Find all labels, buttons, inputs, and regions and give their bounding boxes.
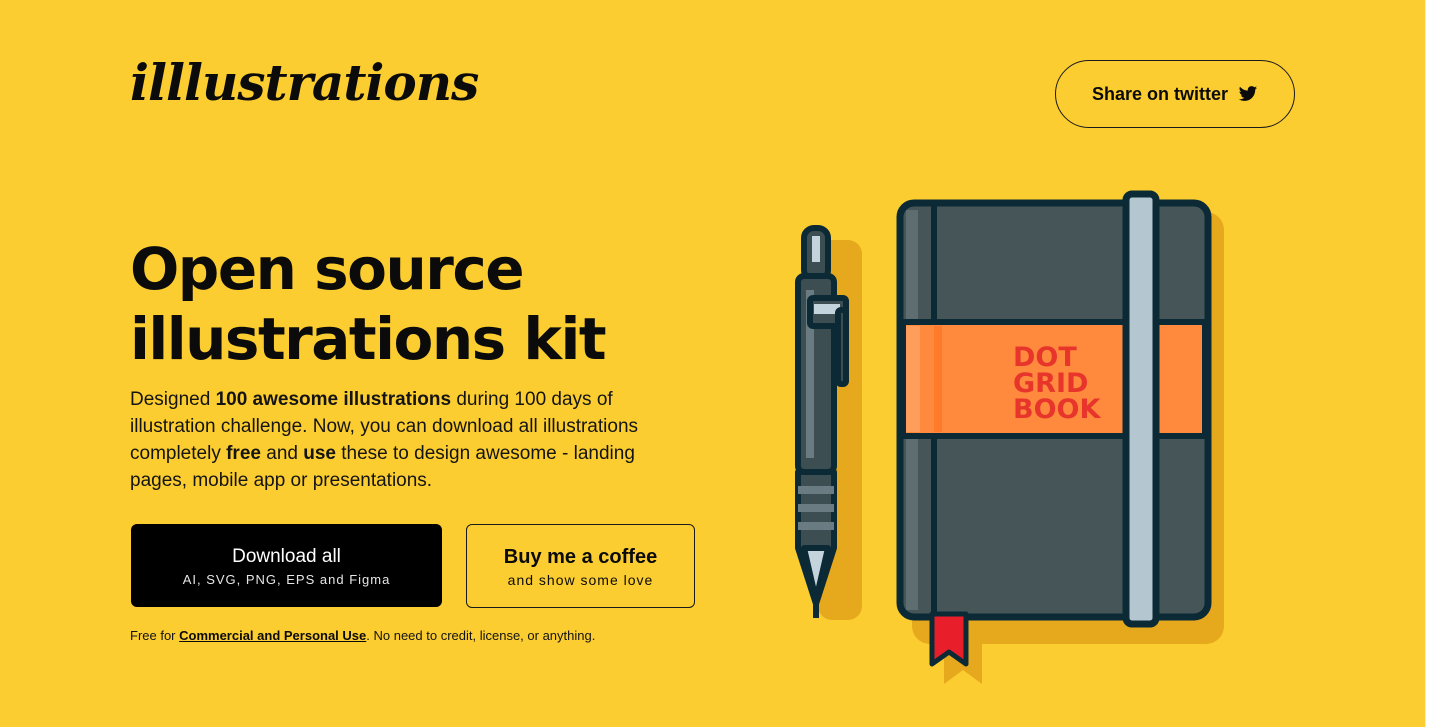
note-prefix: Free for [130,628,180,643]
note-suffix: . No need to credit, license, or anythin… [366,628,596,643]
download-label: Download all [232,545,341,567]
desc-bold: use [303,443,336,464]
book-label-line-3: BOOK [1013,394,1101,425]
headline-line-2: illustrations kit [130,305,607,373]
hero-headline: Open source illustrations kit [130,234,690,374]
twitter-bird-icon [1238,84,1258,104]
notebook: DOT GRID BOOK [896,190,1212,667]
download-formats: AI, SVG, PNG, EPS and Figma [182,571,391,587]
headline-line-1: Open source [130,235,525,303]
coffee-label: Buy me a coffee [503,545,658,568]
hero-description: Designed 100 awesome illustrations durin… [130,386,650,494]
landing-page: illlustrations Share on twitter Open sou… [0,0,1425,727]
desc-bold: 100 awesome illustrations [215,389,452,410]
license-note: Free for Commercial and Personal Use. No… [130,628,595,643]
page-scrollbar[interactable] [1425,0,1439,727]
desc-text: and [260,443,304,464]
coffee-sub: and show some love [507,571,654,588]
site-logo[interactable]: illlustrations [130,58,479,108]
download-all-button[interactable]: Download all AI, SVG, PNG, EPS and Figma [131,524,442,607]
share-on-twitter-button[interactable]: Share on twitter [1055,60,1295,128]
desc-text: Designed [130,389,216,410]
share-button-label: Share on twitter [1091,83,1229,104]
desc-bold: free [226,443,261,464]
notebook-pen-illustration: DOT GRID BOOK [795,190,1224,684]
buy-me-a-coffee-button[interactable]: Buy me a coffee and show some love [466,524,695,608]
license-link[interactable]: Commercial and Personal Use [179,628,366,643]
